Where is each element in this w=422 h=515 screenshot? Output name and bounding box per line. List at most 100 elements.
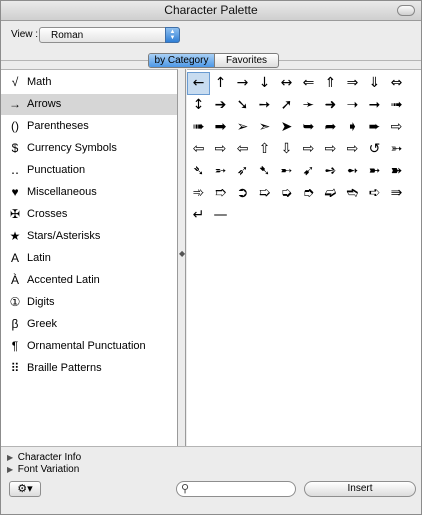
glyph-cell[interactable]: ➧ (342, 117, 363, 138)
glyph-cell[interactable]: ⇑ (320, 73, 341, 94)
insert-button[interactable]: Insert (304, 481, 416, 497)
glyph-cell[interactable]: ➨ (364, 117, 385, 138)
glyph-cell[interactable]: ↑ (210, 73, 231, 94)
category-label: Crosses (27, 208, 68, 220)
category-label: Math (27, 76, 52, 88)
glyph-cell[interactable]: ➵ (210, 161, 231, 182)
glyph-cell[interactable]: ➣ (254, 117, 275, 138)
glyph-cell[interactable]: ➞ (364, 95, 385, 116)
category-label: Greek (27, 318, 57, 330)
glyph-cell[interactable]: ➪ (364, 183, 385, 204)
glyph-cell[interactable]: ⇛ (386, 183, 407, 204)
category-item-braille-patterns[interactable]: ⠿ Braille Patterns (1, 358, 177, 379)
accented-letter-icon: À (10, 273, 19, 287)
category-item-latin[interactable]: A Latin (1, 248, 177, 269)
category-item-crosses[interactable]: ✠ Crosses (1, 204, 177, 225)
glyph-cell[interactable]: ➫ (320, 183, 341, 204)
glyph-cell[interactable]: ➚ (276, 95, 297, 116)
glyph-cell[interactable]: ↓ (254, 73, 275, 94)
tab-by-category[interactable]: by Category (149, 54, 215, 67)
glyph-cell[interactable]: ➷ (254, 161, 275, 182)
braille-icon: ⠿ (10, 361, 20, 375)
glyph-cell[interactable]: ➤ (276, 117, 297, 138)
toolbar-toggle-button[interactable] (397, 5, 415, 16)
glyph-cell[interactable]: ➯ (254, 183, 275, 204)
glyph-cell[interactable]: ⇨ (342, 139, 363, 160)
glyph-cell[interactable]: ➺ (320, 161, 341, 182)
glyph-cell[interactable]: ⇨ (386, 117, 407, 138)
glyph-cell[interactable]: ➽ (386, 161, 407, 182)
glyph-cell[interactable]: ➜ (320, 95, 341, 116)
view-popup-value: Roman (51, 30, 84, 41)
glyph-cell[interactable]: ⇦ (232, 139, 253, 160)
glyph-cell[interactable]: ← (187, 72, 210, 95)
glyph-cell[interactable]: — (210, 205, 231, 226)
glyph-cell[interactable]: ↵ (188, 205, 209, 226)
category-item-ornamental-punctuation[interactable]: ¶ Ornamental Punctuation (1, 336, 177, 357)
search-field[interactable]: ⚲ (176, 481, 296, 497)
glyph-cell[interactable]: ➛ (298, 95, 319, 116)
action-menu-button[interactable]: ⚙▾ (9, 481, 41, 497)
cross-icon: ✠ (9, 207, 21, 221)
split-view-divider[interactable]: ◆ (178, 69, 186, 446)
glyph-cell[interactable]: ➬ (342, 183, 363, 204)
category-item-arrows[interactable]: → Arrows (1, 94, 177, 115)
glyph-cell[interactable]: ⇧ (254, 139, 275, 160)
glyph-cell[interactable]: ⇨ (298, 139, 319, 160)
category-favorites-tabs: by Category Favorites (148, 53, 279, 68)
glyph-cell[interactable]: ⇒ (342, 73, 363, 94)
glyph-cell[interactable]: ⇨ (320, 139, 341, 160)
title-bar[interactable]: Character Palette (1, 1, 421, 21)
glyph-cell[interactable]: ➹ (298, 161, 319, 182)
category-item-greek[interactable]: β Greek (1, 314, 177, 335)
glyph-cell[interactable]: ⇨ (210, 139, 231, 160)
glyph-cell[interactable]: ➲ (232, 183, 253, 204)
glyph-cell[interactable]: ➦ (320, 117, 341, 138)
circled-digit-icon: ① (9, 295, 21, 309)
glyph-cell[interactable]: ➸ (276, 161, 297, 182)
category-item-parentheses[interactable]: () Parentheses (1, 116, 177, 137)
glyph-cell[interactable]: ⇓ (364, 73, 385, 94)
category-item-currency-symbols[interactable]: $ Currency Symbols (1, 138, 177, 159)
glyph-cell[interactable]: ➔ (210, 95, 231, 116)
glyph-cell[interactable]: ⇩ (276, 139, 297, 160)
glyph-cell[interactable]: ➾ (188, 183, 209, 204)
category-item-miscellaneous[interactable]: ♥ Miscellaneous (1, 182, 177, 203)
category-item-punctuation[interactable]: ‥ Punctuation (1, 160, 177, 181)
popup-arrows-icon: ▲ ▼ (165, 27, 180, 43)
glyph-cell[interactable]: ➥ (298, 117, 319, 138)
category-item-digits[interactable]: ① Digits (1, 292, 177, 313)
glyph-cell[interactable]: ⇐ (298, 73, 319, 94)
view-popup[interactable]: Roman ▲ ▼ (39, 27, 180, 43)
tab-favorites[interactable]: Favorites (215, 54, 278, 67)
glyph-cell[interactable]: ➳ (386, 139, 407, 160)
star-icon: ★ (9, 229, 21, 243)
glyph-cell[interactable]: ➭ (276, 183, 297, 204)
category-item-stars-asterisks[interactable]: ★ Stars/Asterisks (1, 226, 177, 247)
glyph-cell[interactable]: ↔ (276, 73, 297, 94)
glyph-cell[interactable]: ⇦ (188, 139, 209, 160)
glyph-cell[interactable]: → (232, 73, 253, 94)
glyph-cell[interactable]: ➱ (210, 183, 231, 204)
glyph-cell[interactable]: ➶ (232, 161, 253, 182)
glyph-cell[interactable]: ➝ (342, 95, 363, 116)
glyph-cell[interactable]: ➢ (232, 117, 253, 138)
glyph-cell[interactable]: ↕ (188, 95, 209, 116)
glyph-cell[interactable]: ➙ (254, 95, 275, 116)
search-input[interactable] (193, 483, 291, 495)
window-title: Character Palette (164, 3, 258, 17)
font-variation-disclosure[interactable]: ▶ Font Variation (7, 464, 79, 476)
glyph-cell[interactable]: ➮ (298, 183, 319, 204)
glyph-cell[interactable]: ➻ (342, 161, 363, 182)
category-item-math[interactable]: √ Math (1, 72, 177, 93)
glyph-cell[interactable]: ➴ (188, 161, 209, 182)
glyph-cell[interactable]: ➡ (210, 117, 231, 138)
glyph-cell[interactable]: ➠ (188, 117, 209, 138)
character-info-disclosure[interactable]: ▶ Character Info (7, 452, 81, 464)
glyph-cell[interactable]: ↺ (364, 139, 385, 160)
glyph-cell[interactable]: ➼ (364, 161, 385, 182)
glyph-cell[interactable]: ➘ (232, 95, 253, 116)
glyph-cell[interactable]: ⇔ (386, 73, 407, 94)
category-item-accented-latin[interactable]: À Accented Latin (1, 270, 177, 291)
glyph-cell[interactable]: ➟ (386, 95, 407, 116)
